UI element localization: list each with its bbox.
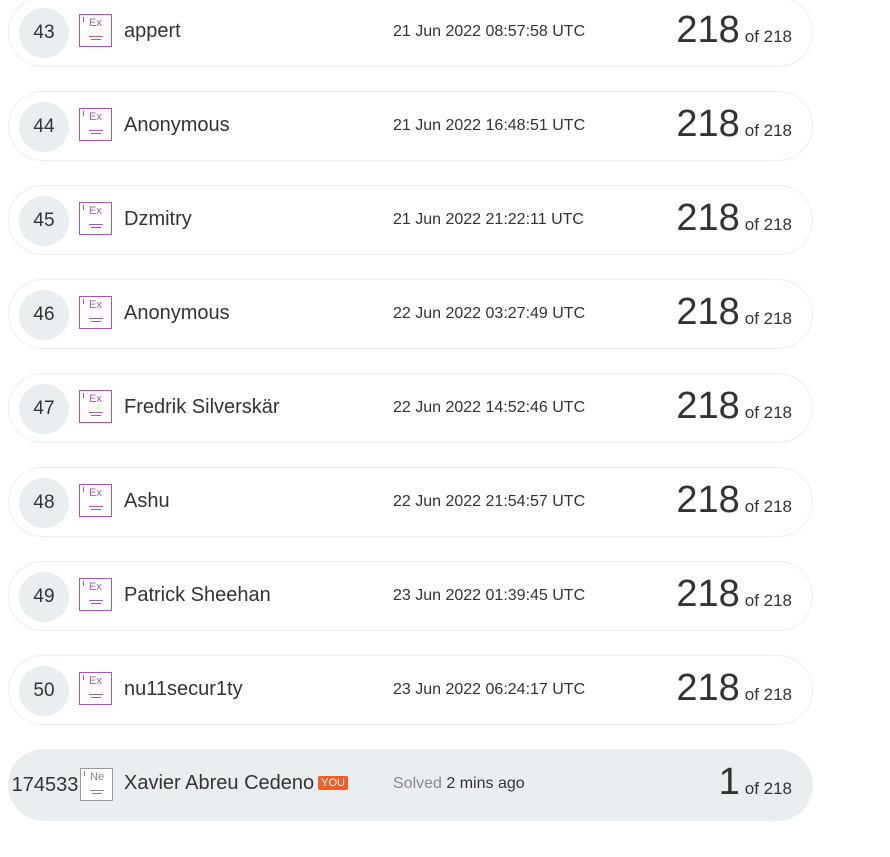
score: 218 of 218 [676,197,792,239]
element-badge-icon: Ex [79,14,112,47]
current-user-row: 174533 Ne Xavier Abreu Cedeno YOU Solved … [8,749,813,821]
element-badge-icon: Ex [79,390,112,423]
rank-badge: 50 [19,666,69,716]
score: 218 of 218 [676,667,792,709]
rank-badge: 174533 [11,773,79,796]
leaderboard-row: 45 Ex Dzmitry 21 Jun 2022 21:22:11 UTC 2… [8,185,813,255]
completion-time: 22 Jun 2022 03:27:49 UTC [393,305,586,322]
player-name-link[interactable]: nu11secur1ty [124,678,243,701]
leaderboard-row: 50 Ex nu11secur1ty 23 Jun 2022 06:24:17 … [8,655,813,725]
score: 218 of 218 [676,573,792,615]
completion-time: 21 Jun 2022 16:48:51 UTC [393,117,586,134]
rank-badge: 46 [19,290,69,340]
completion-time: 23 Jun 2022 06:24:17 UTC [393,681,586,698]
element-badge-icon: Ne [80,768,113,801]
player-name-link[interactable]: appert [124,20,181,43]
score: 218 of 218 [676,291,792,333]
completion-time: 23 Jun 2022 01:39:45 UTC [393,587,586,604]
completion-time: 21 Jun 2022 21:22:11 UTC [393,211,584,228]
rank-badge: 45 [19,196,69,246]
element-badge-icon: Ex [79,296,112,329]
leaderboard-row: 44 Ex Anonymous 21 Jun 2022 16:48:51 UTC… [8,91,813,161]
player-name-link[interactable]: Ashu [124,490,170,513]
rank-badge: 47 [19,384,69,434]
rank-badge: 44 [19,102,69,152]
leaderboard-row: 47 Ex Fredrik Silverskär 22 Jun 2022 14:… [8,373,813,443]
rank-badge: 49 [19,572,69,622]
score: 218 of 218 [676,479,792,521]
rank-badge: 43 [19,8,69,58]
element-badge-icon: Ex [79,672,112,705]
score: 218 of 218 [676,385,792,427]
completion-time: 22 Jun 2022 14:52:46 UTC [393,399,586,416]
current-user-name: Xavier Abreu Cedeno [124,772,315,794]
element-badge-icon: Ex [79,108,112,141]
solved-status: Solved 2 mins ago [393,775,525,793]
completion-time: 21 Jun 2022 08:57:58 UTC [393,23,586,40]
rank-badge: 48 [19,478,69,528]
leaderboard-row: 43 Ex appert 21 Jun 2022 08:57:58 UTC 21… [8,0,813,67]
leaderboard-row: 48 Ex Ashu 22 Jun 2022 21:54:57 UTC 218 o… [8,467,813,537]
completion-time: 22 Jun 2022 21:54:57 UTC [393,493,586,510]
player-name-link[interactable]: Patrick Sheehan [124,584,271,607]
score: 218 of 218 [676,9,792,51]
leaderboard: 43 Ex appert 21 Jun 2022 08:57:58 UTC 21… [8,0,813,845]
element-badge-icon: Ex [79,578,112,611]
you-badge: YOU [318,776,348,790]
solved-label: Solved [393,775,442,792]
player-name-link[interactable]: Dzmitry [124,208,192,231]
player-name-link[interactable]: Fredrik Silverskär [124,396,280,419]
score: 218 of 218 [676,103,792,145]
score: 1 of 218 [718,761,792,803]
leaderboard-row: 49 Ex Patrick Sheehan 23 Jun 2022 01:39:… [8,561,813,631]
player-name-link[interactable]: Anonymous [124,114,230,137]
player-name-link[interactable]: Xavier Abreu Cedeno YOU [124,772,348,795]
leaderboard-row: 46 Ex Anonymous 22 Jun 2022 03:27:49 UTC… [8,279,813,349]
element-badge-icon: Ex [79,202,112,235]
solved-time: 2 mins ago [446,775,525,792]
element-badge-icon: Ex [79,484,112,517]
player-name-link[interactable]: Anonymous [124,302,230,325]
